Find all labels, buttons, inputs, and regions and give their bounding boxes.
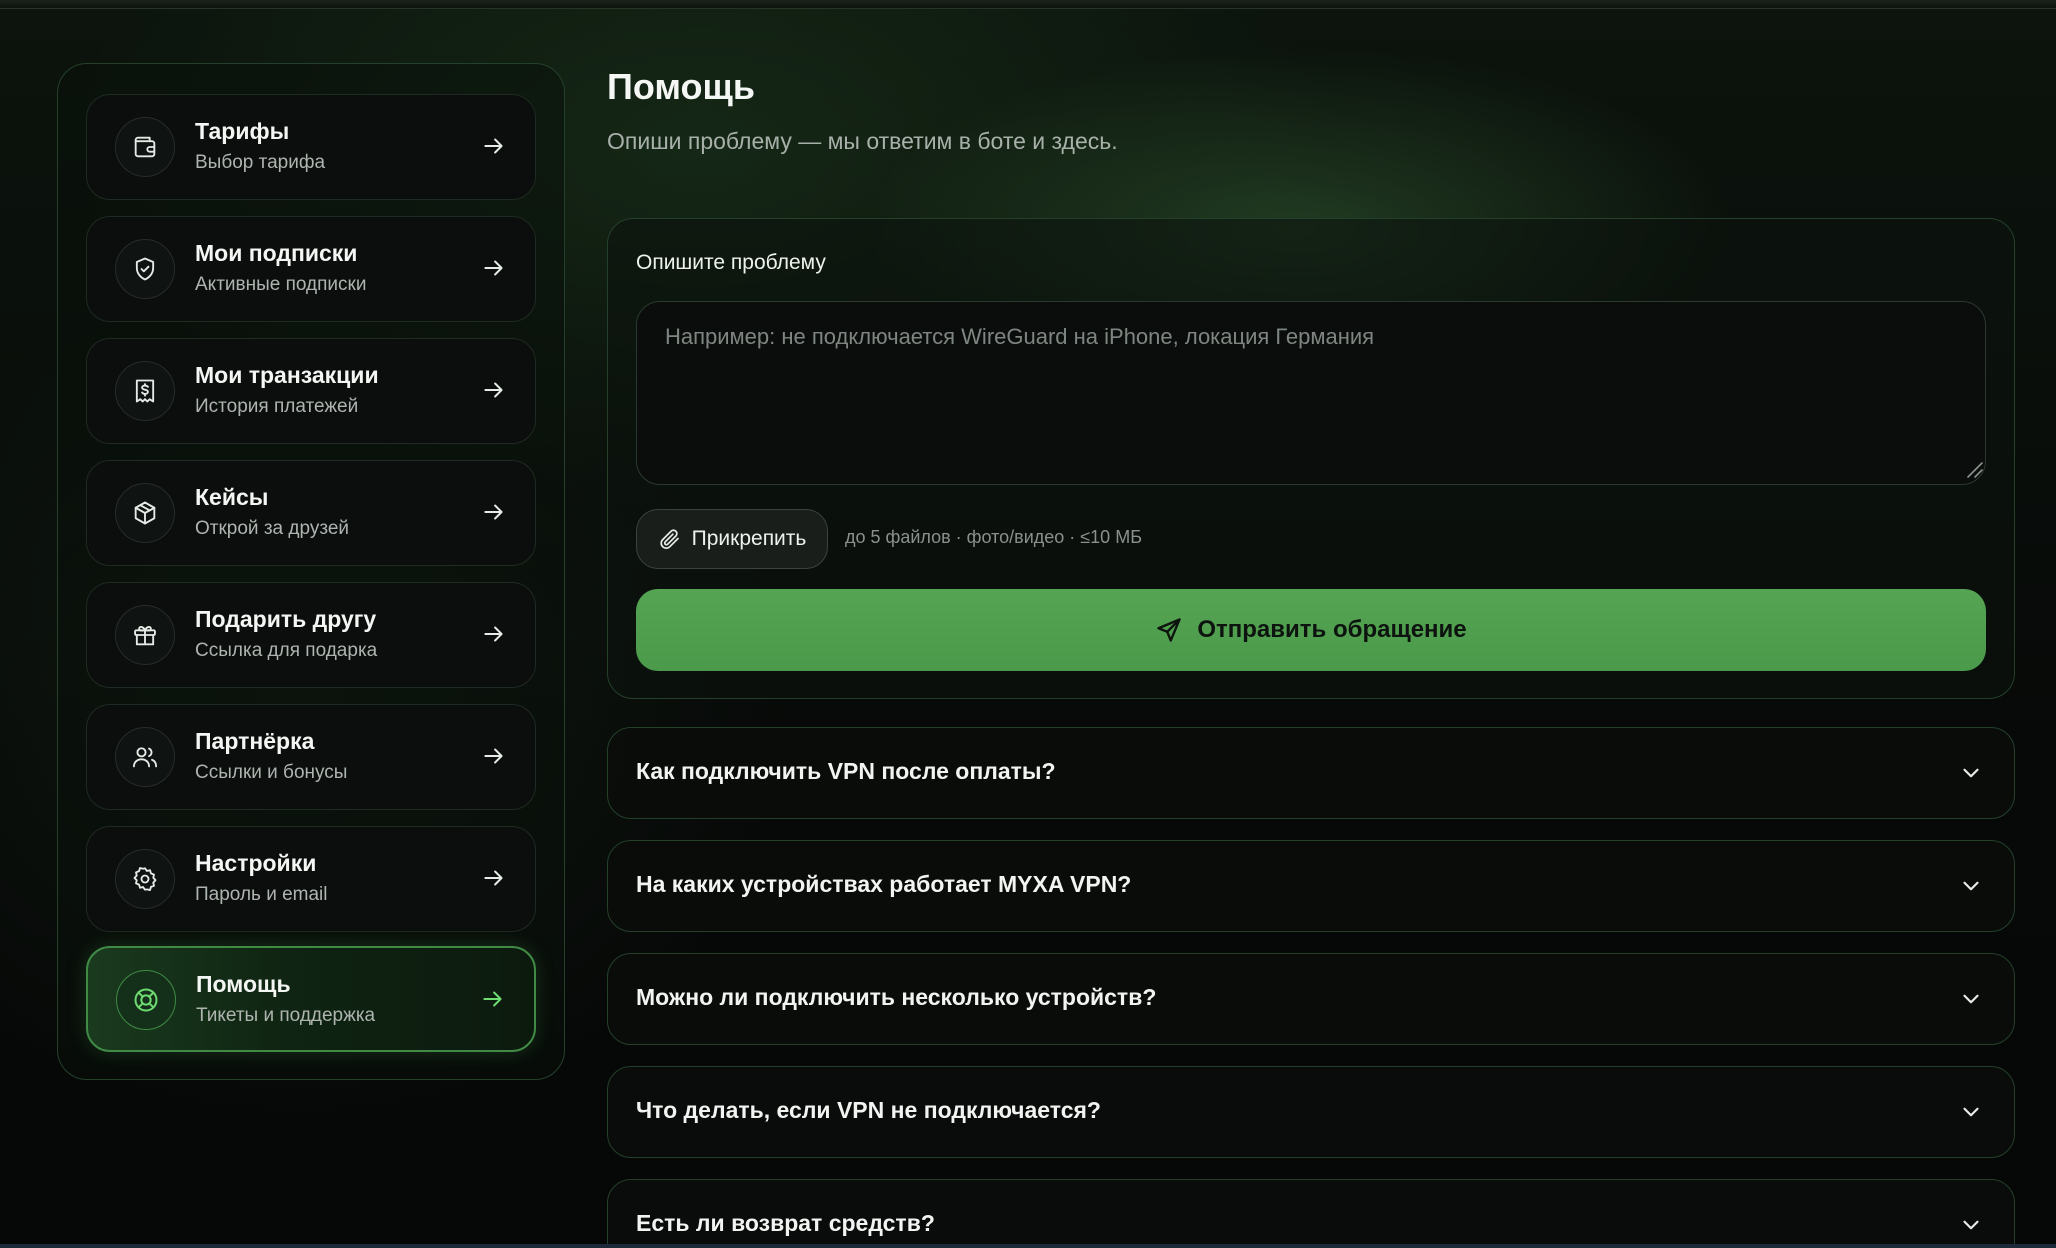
sidebar-item-cases[interactable]: Кейсы Открой за друзей — [86, 460, 536, 566]
faq-question: Что делать, если VPN не подключается? — [636, 1097, 1101, 1123]
sidebar-item-title: Мои транзакции — [195, 362, 379, 388]
faq-item[interactable]: На каких устройствах работает MYXA VPN? — [607, 840, 2015, 932]
users-icon — [115, 727, 175, 787]
sidebar-item-title: Тарифы — [195, 118, 290, 144]
chevron-down-icon — [1963, 994, 1979, 1004]
sidebar-item-title: Мои подписки — [195, 240, 358, 266]
chevron-down-icon — [1963, 1220, 1979, 1230]
sidebar-item-partners[interactable]: Партнёрка Ссылки и бонусы — [86, 704, 536, 810]
sidebar-item-title: Настройки — [195, 850, 317, 876]
sidebar-item-help[interactable]: Помощь Тикеты и поддержка — [86, 946, 536, 1052]
sidebar-item-subtitle: Ссылка для подарка — [195, 640, 378, 661]
faq-question: На каких устройствах работает MYXA VPN? — [636, 871, 1132, 897]
chevron-down-icon — [1963, 1107, 1979, 1117]
arrow-right-icon — [484, 504, 503, 520]
page-subtitle: Опиши проблему — мы ответим в боте и зде… — [607, 128, 1118, 154]
shield-check-icon — [115, 239, 175, 299]
sidebar-item-title: Подарить другу — [195, 606, 377, 632]
sidebar-item-subtitle: Открой за друзей — [195, 518, 349, 539]
arrow-right-icon — [484, 382, 503, 398]
sidebar-item-subtitle: Тикеты и поддержка — [196, 1005, 376, 1026]
arrow-right-icon — [484, 260, 503, 276]
sidebar-item-tariffs[interactable]: Тарифы Выбор тарифа — [86, 94, 536, 200]
chevron-down-icon — [1963, 768, 1979, 778]
attach-button-label: Прикрепить — [691, 527, 807, 550]
gift-icon — [115, 605, 175, 665]
submit-ticket-button[interactable]: Отправить обращение — [636, 589, 1986, 671]
wallet-icon — [115, 117, 175, 177]
sidebar-item-settings[interactable]: Настройки Пароль и email — [86, 826, 536, 932]
sidebar-item-gift[interactable]: Подарить другу Ссылка для подарка — [86, 582, 536, 688]
faq-question: Как подключить VPN после оплаты? — [636, 758, 1056, 784]
sidebar-item-title: Помощь — [196, 971, 291, 997]
sidebar-item-subtitle: Ссылки и бонусы — [195, 762, 348, 783]
sidebar-item-subtitle: Выбор тарифа — [195, 152, 326, 173]
send-icon — [1157, 618, 1182, 642]
bottom-edge — [0, 1244, 2056, 1248]
chevron-down-icon — [1963, 881, 1979, 891]
problem-textarea[interactable] — [636, 301, 1986, 485]
problem-label: Опишите проблему — [636, 251, 826, 274]
arrow-right-icon — [484, 748, 503, 764]
arrow-right-icon — [484, 626, 503, 642]
gear-icon — [115, 849, 175, 909]
attach-button[interactable]: Прикрепить — [636, 509, 828, 569]
arrow-right-icon — [484, 138, 503, 154]
sidebar-item-subtitle: История платежей — [195, 396, 359, 417]
faq-item[interactable]: Можно ли подключить несколько устройств? — [607, 953, 2015, 1045]
sidebar-item-title: Кейсы — [195, 484, 269, 510]
paperclip-icon — [660, 529, 679, 549]
sidebar-item-subtitle: Пароль и email — [195, 884, 328, 905]
faq-question: Есть ли возврат средств? — [636, 1210, 935, 1236]
submit-button-label: Отправить обращение — [1197, 616, 1467, 643]
box-icon — [115, 483, 175, 543]
sidebar-item-subscriptions[interactable]: Мои подписки Активные подписки — [86, 216, 536, 322]
faq-question: Можно ли подключить несколько устройств? — [636, 984, 1157, 1010]
receipt-dollar-icon — [115, 361, 175, 421]
sidebar-item-subtitle: Активные подписки — [195, 274, 367, 295]
faq-item[interactable]: Что делать, если VPN не подключается? — [607, 1066, 2015, 1158]
lifebuoy-icon — [116, 970, 176, 1030]
faq-item[interactable]: Есть ли возврат средств? — [607, 1179, 2015, 1248]
page: Тарифы Выбор тарифа Мои подписки Активны… — [0, 0, 2056, 1248]
sidebar-item-title: Партнёрка — [195, 728, 315, 754]
top-bar — [0, 0, 2056, 9]
sidebar-item-transactions[interactable]: Мои транзакции История платежей — [86, 338, 536, 444]
page-title: Помощь — [607, 66, 756, 107]
arrow-right-icon — [484, 870, 503, 886]
sidebar: Тарифы Выбор тарифа Мои подписки Активны… — [57, 63, 565, 1080]
support-form-card: Опишите проблему Прикрепить до 5 файлов … — [607, 218, 2015, 699]
faq-item[interactable]: Как подключить VPN после оплаты? — [607, 727, 2015, 819]
attach-limits-note: до 5 файлов · фото/видео · ≤10 МБ — [845, 527, 1142, 547]
resize-handle-icon[interactable] — [1964, 459, 1984, 479]
arrow-right-icon — [483, 991, 502, 1007]
